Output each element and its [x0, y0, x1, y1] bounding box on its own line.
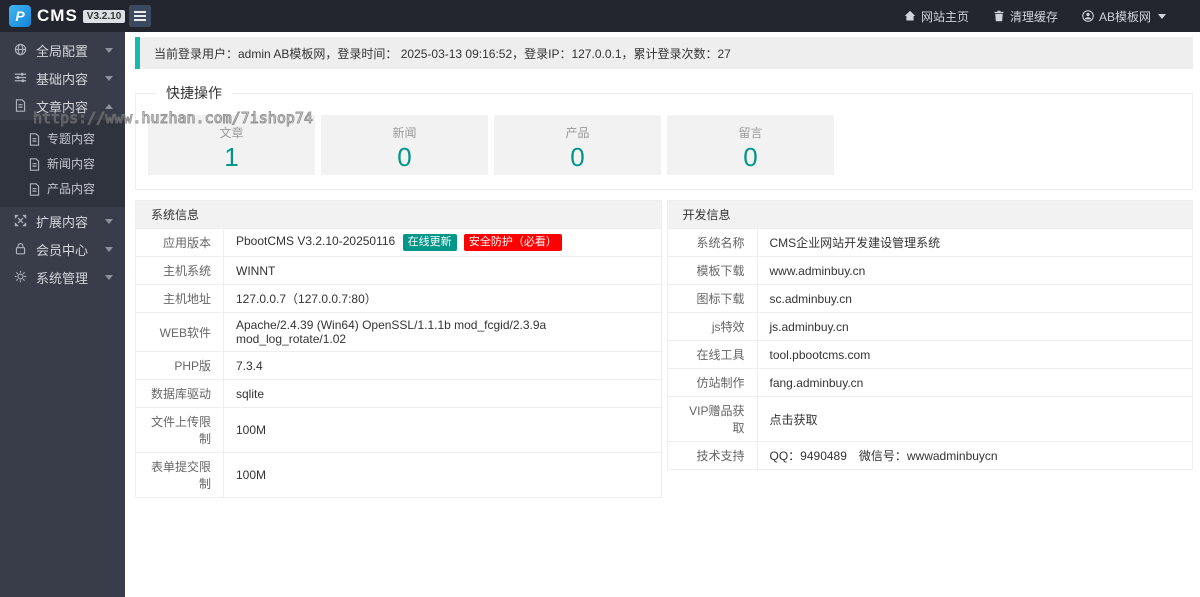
stat-card-articles[interactable]: 文章 1 — [148, 115, 315, 175]
sliders-icon — [14, 71, 28, 85]
sidebar-item-article-content[interactable]: 文章内容 — [0, 92, 125, 120]
user-icon — [1082, 10, 1094, 22]
table-row: 应用版本 PbootCMS V3.2.10-20250116 在线更新 安全防护… — [135, 227, 662, 258]
document-icon — [14, 99, 28, 113]
sidebar-item-topic-content[interactable]: 专题内容 — [0, 126, 125, 151]
vip-gift-link[interactable]: 点击获取 — [756, 396, 1193, 442]
dev-info-title: 开发信息 — [666, 200, 1193, 229]
lock-icon — [14, 242, 28, 256]
globe-icon — [14, 43, 28, 57]
sidebar-item-member-center[interactable]: 会员中心 — [0, 235, 125, 263]
header-nav: 网站主页 清理缓存 AB模板网 — [892, 0, 1200, 32]
chevron-down-icon — [105, 47, 113, 53]
system-info-title: 系统信息 — [135, 200, 662, 229]
expand-icon — [14, 214, 28, 228]
app-title: CMS — [37, 6, 78, 25]
table-row: 表单提交限制 100M — [135, 452, 662, 499]
site-clone-link[interactable]: fang.adminbuy.cn — [756, 368, 1193, 397]
table-row: 模板下载 www.adminbuy.cn — [666, 256, 1193, 285]
version-badge: V3.2.10 — [82, 9, 126, 23]
chevron-down-icon — [1158, 13, 1166, 19]
chevron-down-icon — [105, 75, 113, 81]
info-tables: 系统信息 应用版本 PbootCMS V3.2.10-20250116 在线更新… — [135, 200, 1194, 499]
security-protect-badge[interactable]: 安全防护（必看） — [463, 234, 562, 252]
sidebar-item-basic-content[interactable]: 基础内容 — [0, 64, 125, 92]
quick-actions-title: 快捷操作 — [166, 85, 222, 101]
stat-value: 0 — [397, 142, 412, 172]
chevron-down-icon — [105, 246, 113, 252]
login-info-alert: 当前登录用户：admin AB模板网，登录时间： 2025-03-13 09:1… — [135, 37, 1193, 69]
top-header: P CMS V3.2.10 网站主页 清理缓存 AB模板网 — [0, 0, 1200, 32]
table-row: 仿站制作 fang.adminbuy.cn — [666, 368, 1193, 397]
table-row: 数据库驱动 sqlite — [135, 379, 662, 409]
stat-cards: 文章 1 新闻 0 产品 0 留言 0 — [148, 115, 1180, 175]
sidebar-item-global-config[interactable]: 全局配置 — [0, 36, 125, 64]
quick-actions-panel: 快捷操作 文章 1 新闻 0 产品 0 留言 0 — [135, 83, 1193, 190]
icon-download-link[interactable]: sc.adminbuy.cn — [756, 284, 1193, 313]
app-logo[interactable]: P CMS V3.2.10 — [0, 5, 126, 27]
table-row: 文件上传限制 100M — [135, 407, 662, 454]
nav-user-menu[interactable]: AB模板网 — [1070, 0, 1178, 32]
online-tools-link[interactable]: tool.pbootcms.com — [756, 340, 1193, 369]
template-download-link[interactable]: www.adminbuy.cn — [756, 256, 1193, 285]
table-row: 图标下载 sc.adminbuy.cn — [666, 284, 1193, 313]
table-row: 在线工具 tool.pbootcms.com — [666, 340, 1193, 369]
login-info-text: 当前登录用户：admin AB模板网，登录时间： 2025-03-13 09:1… — [154, 46, 731, 61]
table-row: PHP版 7.3.4 — [135, 351, 662, 381]
table-row: 技术支持 QQ：9490489 微信号：wwwadminbuycn — [666, 441, 1193, 470]
chevron-down-icon — [105, 218, 113, 224]
pbootcms-logo-icon: P — [9, 5, 31, 27]
document-icon — [28, 157, 40, 171]
main-content: 当前登录用户：admin AB模板网，登录时间： 2025-03-13 09:1… — [125, 37, 1200, 499]
table-row: 主机系统 WINNT — [135, 256, 662, 286]
home-icon — [904, 10, 916, 21]
document-icon — [28, 182, 40, 196]
table-row: VIP赠品获取 点击获取 — [666, 396, 1193, 442]
nav-clear-cache[interactable]: 清理缓存 — [981, 0, 1070, 32]
sidebar-item-extended-content[interactable]: 扩展内容 — [0, 207, 125, 235]
article-submenu: 专题内容 新闻内容 产品内容 — [0, 120, 125, 207]
hamburger-icon — [134, 11, 146, 13]
menu-toggle-button[interactable] — [129, 5, 151, 27]
document-icon — [28, 132, 40, 146]
sidebar-item-news-content[interactable]: 新闻内容 — [0, 151, 125, 176]
sidebar-item-product-content[interactable]: 产品内容 — [0, 176, 125, 201]
nav-site-home[interactable]: 网站主页 — [892, 0, 981, 32]
dev-info-table: 开发信息 系统名称 CMS企业网站开发建设管理系统 模板下载 www.admin… — [666, 200, 1194, 470]
table-row: js特效 js.adminbuy.cn — [666, 312, 1193, 341]
chevron-up-icon — [105, 103, 113, 109]
stat-value: 0 — [570, 142, 585, 172]
table-row: 主机地址 127.0.0.7（127.0.0.7:80） — [135, 284, 662, 314]
stat-value: 0 — [743, 142, 758, 172]
sidebar-item-system-manage[interactable]: 系统管理 — [0, 263, 125, 291]
stat-card-messages[interactable]: 留言 0 — [667, 115, 834, 175]
stat-value: 1 — [224, 142, 239, 172]
sidebar: 全局配置 基础内容 文章内容 专题内容 新闻内容 产品内容 扩展内容 会员中心 … — [0, 32, 125, 597]
online-update-badge[interactable]: 在线更新 — [402, 234, 457, 252]
gear-icon — [14, 270, 28, 284]
trash-icon — [994, 10, 1004, 22]
stat-card-products[interactable]: 产品 0 — [494, 115, 661, 175]
js-effects-link[interactable]: js.adminbuy.cn — [756, 312, 1193, 341]
table-row: WEB软件 Apache/2.4.39 (Win64) OpenSSL/1.1.… — [135, 312, 662, 353]
table-row: 系统名称 CMS企业网站开发建设管理系统 — [666, 228, 1193, 257]
system-info-table: 系统信息 应用版本 PbootCMS V3.2.10-20250116 在线更新… — [135, 200, 662, 499]
stat-card-news[interactable]: 新闻 0 — [321, 115, 488, 175]
chevron-down-icon — [105, 274, 113, 280]
